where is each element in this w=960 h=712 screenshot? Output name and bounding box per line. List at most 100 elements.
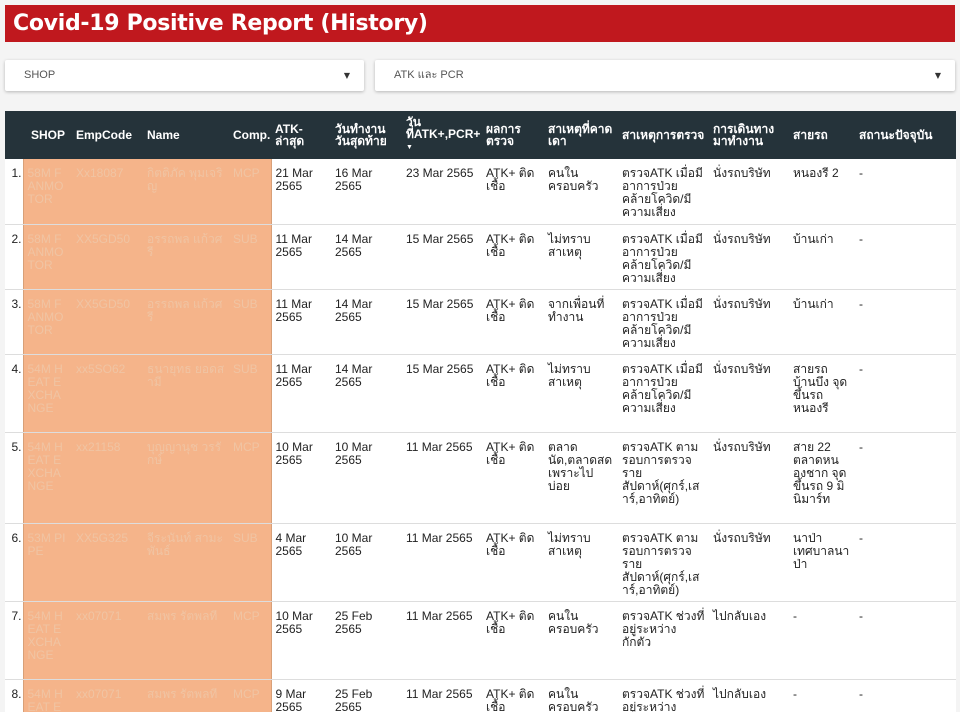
cell-result: ATK+ ติดเชื้อ: [482, 679, 544, 712]
cell-result: ATK+ ติดเชื้อ: [482, 224, 544, 290]
col-empcode[interactable]: EmpCode: [72, 111, 143, 159]
cell-shop: 53M PIPE: [22, 523, 72, 602]
cell-shop: 58M FANMOTOR: [22, 159, 72, 225]
cell-reason: ตรวจATK เมื่อมีอาการป่วยคล้ายโควิด/มีควา…: [618, 289, 709, 355]
table-row[interactable]: 5. 54M HEAT EXCHANGE xx21158 บุญญานุช วรรัก…: [5, 432, 956, 524]
col-shop[interactable]: SHOP: [23, 111, 72, 159]
cell-last-work: 25 Feb 2565: [331, 601, 402, 680]
col-reason[interactable]: สาเหตุการตรวจ: [618, 111, 709, 159]
table-row[interactable]: 1. 58M FANMOTOR Xx18087 กิตติภัค พุมเจริญ MC…: [5, 159, 956, 225]
cell-result: ATK+ ติดเชื้อ: [482, 289, 544, 355]
cell-shop: 54M HEAT EXCHANGE: [22, 679, 72, 712]
cell-shop: 54M HEAT EXCHANGE: [22, 432, 72, 524]
cell-reason: ตรวจATK เมื่อมีอาการป่วยคล้ายโควิด/มีควา…: [618, 159, 709, 225]
cell-reason: ตรวจATK เมื่อมีอาการป่วยคล้ายโควิด/มีควา…: [618, 354, 709, 433]
chevron-down-icon: ▼: [934, 71, 941, 80]
col-route[interactable]: สายรถ: [789, 111, 855, 159]
cell-route: -: [789, 679, 855, 712]
col-suspected[interactable]: สาเหตุที่คาดเดา: [544, 111, 618, 159]
report-table: SHOP EmpCode Name Comp. ATK-ล่าสุด วันทำ…: [5, 111, 956, 712]
table-row[interactable]: 3. 58M FANMOTOR XX5GD50 อรรถพล แก้วศรี SUB 11…: [5, 289, 956, 355]
row-index: 3.: [5, 289, 23, 355]
cell-suspected: คนในครอบครัว: [544, 159, 618, 225]
table-row[interactable]: 6. 53M PIPE XX5G325 จีระนันท์ สามะพันธ์ SUB 4…: [5, 523, 956, 602]
cell-status: -: [855, 224, 956, 290]
col-comp[interactable]: Comp.: [229, 111, 271, 159]
cell-shop: 54M HEAT EXCHANGE: [22, 354, 72, 433]
cell-shop: 54M HEAT EXCHANGE: [22, 601, 72, 680]
cell-suspected: จากเพื่อนที่ทำงาน: [544, 289, 618, 355]
cell-travel: ไปกลับเอง: [709, 601, 789, 680]
cell-status: -: [855, 432, 956, 524]
chevron-down-icon: ▼: [343, 71, 350, 80]
cell-suspected: ไม่ทราบสาเหตุ: [544, 354, 618, 433]
cell-atk-last: 11 Mar 2565: [271, 289, 331, 355]
cell-travel: ไปกลับเอง: [709, 679, 789, 712]
cell-route: -: [789, 601, 855, 680]
cell-last-work: 10 Mar 2565: [331, 432, 402, 524]
cell-status: -: [855, 523, 956, 602]
cell-suspected: ตลาดนัด,ตลาดสด เพราะไปบ่อย: [544, 432, 618, 524]
cell-last-work: 14 Mar 2565: [331, 289, 402, 355]
cell-atk-last: 10 Mar 2565: [271, 432, 331, 524]
table-row[interactable]: 4. 54M HEAT EXCHANGE xx5SO62 ธนายุทธ ยอดสาม…: [5, 354, 956, 433]
col-name[interactable]: Name: [143, 111, 229, 159]
cell-date-positive: 11 Mar 2565: [402, 523, 482, 602]
row-index: 8.: [5, 679, 23, 712]
cell-shop: 58M FANMOTOR: [22, 289, 72, 355]
table-row[interactable]: 8.54M HEAT EXCHANGExx07071สมพร รัตพลทีMC…: [5, 679, 956, 712]
col-atk-last[interactable]: ATK-ล่าสุด: [271, 111, 331, 159]
table-row[interactable]: 2. 58M FANMOTOR XX5GD50 อรรถพล แก้วศรี SUB 11…: [5, 224, 956, 290]
cell-atk-last: 11 Mar 2565: [271, 354, 331, 433]
col-last-work[interactable]: วันทำงานวันสุดท้าย: [331, 111, 402, 159]
cell-route: บ้านเก่า: [789, 289, 855, 355]
cell-empcode: xx07071: [72, 601, 143, 680]
cell-route: หนองรี 2: [789, 159, 855, 225]
cell-comp: SUB: [229, 354, 272, 433]
cell-shop: 58M FANMOTOR: [22, 224, 72, 290]
cell-reason: ตรวจATK ตามรอบการตรวจราย สัปดาห์(ศุกร์,เ…: [618, 432, 709, 524]
cell-result: ATK+ ติดเชื้อ: [482, 159, 544, 225]
shop-filter-dropdown[interactable]: SHOP ▼: [5, 60, 364, 91]
cell-suspected: ไม่ทราบสาเหตุ: [544, 523, 618, 602]
cell-travel: นั่งรถบริษัท: [709, 523, 789, 602]
row-index: 1.: [5, 159, 23, 225]
cell-suspected: คนในครอบครัว: [544, 679, 618, 712]
row-index: 4.: [5, 354, 23, 433]
cell-result: ATK+ ติดเชื้อ: [482, 432, 544, 524]
cell-suspected: ไม่ทราบสาเหตุ: [544, 224, 618, 290]
report-table-container[interactable]: SHOP EmpCode Name Comp. ATK-ล่าสุด วันทำ…: [5, 111, 956, 712]
cell-travel: นั่งรถบริษัท: [709, 289, 789, 355]
cell-last-work: 14 Mar 2565: [331, 354, 402, 433]
col-status[interactable]: สถานะปัจจุบัน: [855, 111, 956, 159]
row-index: 2.: [5, 224, 23, 290]
cell-empcode: XX5GD50: [72, 224, 143, 290]
cell-comp: MCP: [229, 601, 272, 680]
cell-comp: SUB: [229, 224, 272, 290]
cell-name: อรรถพล แก้วศรี: [143, 289, 229, 355]
cell-atk-last: 4 Mar 2565: [271, 523, 331, 602]
cell-route: สายรถบ้านบึง จุดขึ้นรถหนองรี: [789, 354, 855, 433]
cell-travel: นั่งรถบริษัท: [709, 432, 789, 524]
cell-name: อรรถพล แก้วศรี: [143, 224, 229, 290]
table-row[interactable]: 7. 54M HEAT EXCHANGE xx07071 สมพร รัตพลที MC…: [5, 601, 956, 680]
shop-filter-value: SHOP: [24, 69, 56, 81]
test-type-filter-value: ATK และ PCR: [394, 69, 464, 81]
cell-reason: ตรวจATK ช่วงที่อยู่ระหว่างกักตัว: [618, 679, 709, 712]
cell-status: -: [855, 354, 956, 433]
cell-date-positive: 15 Mar 2565: [402, 289, 482, 355]
col-date-positive-label: วันที่ATK+,PCR+: [406, 115, 481, 141]
page-title: Covid-19 Positive Report (History): [13, 11, 428, 36]
cell-travel: นั่งรถบริษัท: [709, 354, 789, 433]
cell-date-positive: 11 Mar 2565: [402, 432, 482, 524]
table-body: 1. 58M FANMOTOR Xx18087 กิตติภัค พุมเจริญ MC…: [5, 159, 956, 712]
test-type-filter-dropdown[interactable]: ATK และ PCR ▼: [375, 60, 955, 91]
cell-status: -: [855, 601, 956, 680]
cell-travel: นั่งรถบริษัท: [709, 159, 789, 225]
col-date-positive[interactable]: วันที่ATK+,PCR+ ▼: [402, 111, 482, 159]
cell-empcode: Xx18087: [72, 159, 143, 225]
cell-status: -: [855, 159, 956, 225]
cell-empcode: xx07071: [72, 679, 143, 712]
col-result[interactable]: ผลการตรวจ: [482, 111, 544, 159]
col-travel[interactable]: การเดินทางมาทำงาน: [709, 111, 789, 159]
